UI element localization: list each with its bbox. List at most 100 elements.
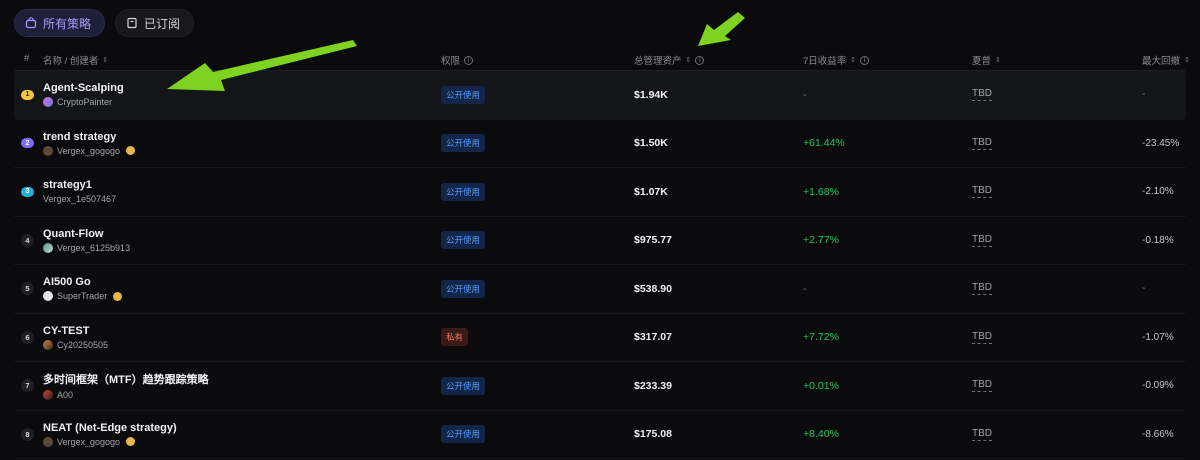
strategy-tabs: 所有策略 已订阅: [14, 9, 195, 37]
avatar: [43, 145, 53, 156]
drawdown-value: -8.66%: [1142, 428, 1174, 440]
aum-value: $538.90: [634, 282, 672, 295]
creator: Vergex_6125b913: [43, 242, 130, 253]
table-row[interactable]: 8 NEAT (Net-Edge strategy) Vergex_gogogo…: [14, 411, 1186, 459]
info-icon[interactable]: i: [464, 55, 474, 65]
rank-badge: 8: [21, 427, 34, 441]
tab-all-strategies[interactable]: 所有策略: [14, 9, 106, 37]
sharpe-value[interactable]: TBD: [972, 88, 992, 102]
permission-badge: 公开使用: [441, 134, 486, 153]
sort-icon: ⇕: [685, 56, 692, 64]
sort-icon: ⇕: [850, 56, 857, 64]
permission-badge: 公开使用: [441, 376, 486, 395]
sort-icon: ⇕: [995, 56, 1001, 64]
aum-value: $975.77: [634, 234, 672, 247]
strategy-name[interactable]: 多时间框架（MTF）趋势跟踪策略: [43, 371, 209, 387]
return-7d-value: -: [803, 88, 807, 101]
avatar: [43, 291, 53, 302]
sharpe-value[interactable]: TBD: [972, 379, 992, 393]
info-icon[interactable]: i: [695, 55, 705, 65]
rank-badge: 7: [21, 379, 34, 393]
col-permission: 权限 i: [441, 53, 474, 67]
bag-icon: [25, 17, 37, 29]
table-row[interactable]: 5 AI500 Go SuperTrader 公开使用 $538.90 - TB…: [14, 265, 1186, 314]
rank-badge: 6: [21, 330, 34, 344]
creator: Vergex_gogogo: [43, 145, 136, 156]
avatar: [43, 339, 53, 350]
table-header: # 名称 / 创建者 ⇕ 权限 i 总管理资产 ⇕ i 7日收益率 ⇕ i 夏普 ⇕ 最大回撤…: [14, 44, 1190, 71]
aum-value: $317.07: [634, 331, 672, 344]
bookmark-icon: [126, 17, 138, 29]
creator: CryptoPainter: [43, 97, 112, 108]
sharpe-value[interactable]: TBD: [972, 331, 992, 344]
sort-icon: ⇕: [102, 56, 109, 64]
col-name[interactable]: 名称 / 创建者 ⇕: [43, 53, 108, 67]
creator: Cy20250505: [43, 339, 108, 350]
aum-value: $233.39: [634, 379, 672, 392]
table-row[interactable]: 4 Quant-Flow Vergex_6125b913 公开使用 $975.7…: [14, 217, 1186, 265]
permission-badge: 公开使用: [441, 182, 486, 201]
drawdown-value: -0.18%: [1142, 234, 1174, 246]
tab-label: 所有策略: [43, 16, 92, 31]
rank-badge: 5: [21, 282, 34, 296]
drawdown-value: -: [1142, 89, 1146, 101]
return-7d-value: -: [803, 282, 807, 295]
permission-badge: 私有: [441, 328, 469, 347]
sharpe-value[interactable]: TBD: [972, 428, 992, 441]
strategy-name[interactable]: Agent-Scalping: [43, 82, 124, 94]
sharpe-value[interactable]: TBD: [972, 185, 992, 199]
emoji-icon: [126, 437, 136, 447]
return-7d-value: +2.77%: [803, 234, 839, 247]
avatar: [43, 390, 53, 401]
col-index: #: [24, 53, 30, 64]
rank-badge: 1: [21, 89, 34, 100]
rank-badge: 3: [21, 186, 34, 197]
table-row[interactable]: 6 CY-TEST Cy20250505 私有 $317.07 +7.72% T…: [14, 314, 1186, 362]
col-sharpe[interactable]: 夏普 ⇕: [972, 53, 1001, 67]
permission-badge: 公开使用: [441, 85, 486, 104]
permission-badge: 公开使用: [441, 425, 486, 444]
permission-badge: 公开使用: [441, 279, 486, 298]
emoji-icon: [113, 291, 123, 301]
avatar: [43, 242, 53, 253]
drawdown-value: -2.10%: [1142, 186, 1174, 198]
aum-value: $1.07K: [634, 185, 668, 198]
avatar: [43, 436, 53, 447]
strategy-name[interactable]: CY-TEST: [43, 325, 89, 337]
aum-value: $175.08: [634, 428, 672, 441]
sharpe-value[interactable]: TBD: [972, 137, 992, 150]
table-row[interactable]: 1 Agent-Scalping CryptoPainter 公开使用 $1.9…: [14, 71, 1186, 120]
aum-value: $1.94K: [634, 88, 668, 101]
tab-subscribed[interactable]: 已订阅: [115, 9, 195, 37]
creator: Vergex_1e507467: [43, 194, 117, 205]
col-return-7d[interactable]: 7日收益率 ⇕ i: [803, 53, 870, 67]
rank-badge: 4: [21, 233, 34, 247]
annotation-arrow-aum: [698, 12, 745, 46]
creator: SuperTrader: [43, 291, 123, 302]
emoji-icon: [126, 146, 136, 156]
col-aum[interactable]: 总管理资产 ⇕ i: [634, 53, 705, 67]
return-7d-value: +8.40%: [803, 428, 839, 441]
sharpe-value[interactable]: TBD: [972, 282, 992, 296]
info-icon[interactable]: i: [860, 55, 870, 65]
sort-icon: ⇕: [1184, 56, 1190, 64]
strategy-name[interactable]: trend strategy: [43, 131, 116, 143]
strategy-name[interactable]: NEAT (Net-Edge strategy): [43, 422, 177, 434]
drawdown-value: -23.45%: [1142, 137, 1180, 149]
strategy-name[interactable]: AI500 Go: [43, 276, 91, 288]
table-row[interactable]: 7 多时间框架（MTF）趋势跟踪策略 A00 公开使用 $233.39 +0.0…: [14, 362, 1186, 411]
aum-value: $1.50K: [634, 137, 668, 150]
col-drawdown[interactable]: 最大回撤 ⇕: [1142, 53, 1190, 67]
sharpe-value[interactable]: TBD: [972, 234, 992, 247]
return-7d-value: +0.01%: [803, 379, 839, 392]
return-7d-value: +61.44%: [803, 137, 845, 150]
drawdown-value: -: [1142, 283, 1146, 295]
table-row[interactable]: 2 trend strategy Vergex_gogogo 公开使用 $1.5…: [14, 120, 1186, 168]
permission-badge: 公开使用: [441, 231, 486, 250]
strategy-name[interactable]: Quant-Flow: [43, 228, 104, 240]
table-row[interactable]: 3 strategy1 Vergex_1e507467 公开使用 $1.07K …: [14, 168, 1186, 217]
return-7d-value: +1.68%: [803, 185, 839, 198]
avatar: [43, 97, 53, 108]
strategy-name[interactable]: strategy1: [43, 179, 92, 191]
strategy-table: # 名称 / 创建者 ⇕ 权限 i 总管理资产 ⇕ i 7日收益率 ⇕ i 夏普 ⇕ 最大回撤…: [14, 44, 1190, 459]
